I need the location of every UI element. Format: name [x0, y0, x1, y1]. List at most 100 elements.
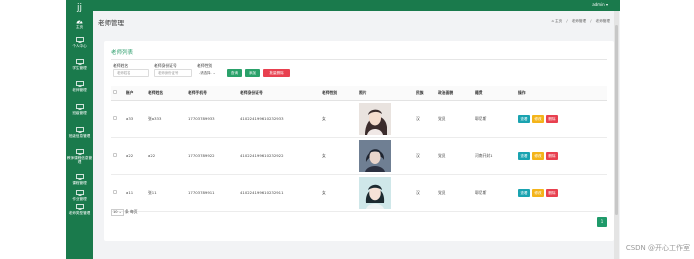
- sidebar-item-class-info[interactable]: 班级信息管理: [66, 127, 93, 138]
- sidebar-item-students[interactable]: 学生管理: [66, 59, 93, 70]
- view-button[interactable]: 查看: [518, 188, 530, 197]
- col-header[interactable]: 老师姓名: [146, 86, 186, 101]
- cell-ethnic: 汉: [414, 100, 436, 138]
- cell-name: 张a333: [146, 100, 186, 138]
- cell-ethnic: 汉: [414, 174, 436, 212]
- sidebar-item-teacher-types[interactable]: 老师类型管理: [66, 204, 93, 215]
- select-all-cell: [111, 86, 124, 101]
- sidebar-item-homework[interactable]: 作业管理: [66, 190, 93, 201]
- cell-actions: 查看 修改 删除: [516, 100, 607, 138]
- teacher-photo[interactable]: [359, 139, 391, 172]
- divider: [111, 59, 607, 60]
- row-actions: 查看 修改 删除: [518, 151, 607, 160]
- scrollbar-thumb[interactable]: [615, 25, 618, 215]
- cell-politics: 党员: [436, 100, 473, 138]
- delete-button[interactable]: 删除: [546, 151, 558, 160]
- edit-button[interactable]: 修改: [532, 188, 544, 197]
- row-checkbox[interactable]: [113, 153, 117, 157]
- breadcrumb-sep: /: [566, 19, 568, 23]
- pagination-current-page[interactable]: 1: [597, 217, 607, 227]
- view-button[interactable]: 查看: [518, 151, 530, 160]
- cell-photo: [357, 100, 414, 138]
- table-row: a11 张11 17703789911 410224199610232911 女: [111, 174, 607, 212]
- col-header[interactable]: 账户: [124, 86, 146, 101]
- teacher-photo[interactable]: [359, 102, 391, 135]
- sidebar-item-label: 学生管理: [72, 66, 87, 70]
- logo: jj: [76, 3, 82, 13]
- teacher-table: 账户 老师姓名 老师手机号 老师身份证号 老师性别 照片 民族 政治面貌 籍贯 …: [111, 86, 607, 212]
- row-checkbox[interactable]: [113, 116, 117, 120]
- col-header[interactable]: 政治面貌: [436, 86, 473, 101]
- edit-button[interactable]: 修改: [532, 151, 544, 160]
- breadcrumb-sep: /: [590, 19, 592, 23]
- monitor-icon: [75, 174, 84, 180]
- monitor-icon: [75, 81, 84, 87]
- col-header[interactable]: 照片: [357, 86, 414, 101]
- monitor-icon: [75, 149, 84, 155]
- page-size-select[interactable]: 10 ⌄: [111, 209, 124, 216]
- col-header[interactable]: 老师身份证号: [238, 86, 320, 101]
- sidebar-item-label: 课程管理: [72, 181, 87, 185]
- col-header[interactable]: 民族: [414, 86, 436, 101]
- dashboard-icon: [76, 19, 83, 24]
- sidebar-item-teacher-course[interactable]: 教师课程信息管理: [66, 149, 93, 164]
- cell-politics: 党员: [436, 137, 473, 175]
- monitor-icon: [75, 127, 84, 133]
- delete-button[interactable]: 删除: [546, 188, 558, 197]
- cell-gender: 女: [320, 137, 357, 175]
- sidebar-item-label: 作业管理: [72, 197, 87, 201]
- col-header[interactable]: 老师手机号: [186, 86, 238, 101]
- gender-filter-select[interactable]: -请选择- ⌄: [199, 69, 216, 77]
- table-row: a22 a22 17703789922 410224199610232922 女: [111, 137, 607, 175]
- monitor-icon: [75, 59, 84, 65]
- edit-button[interactable]: 修改: [532, 114, 544, 123]
- cell-phone: 17703789911: [186, 174, 238, 212]
- cell-account: a33: [124, 100, 146, 138]
- search-button[interactable]: 查询: [227, 69, 242, 77]
- cell-photo: [357, 137, 414, 175]
- cell-origin: 耶尼斯: [473, 174, 516, 212]
- monitor-icon: [75, 37, 84, 43]
- page-title: 老师管理: [98, 19, 124, 27]
- user-menu[interactable]: admin ▾: [592, 2, 608, 8]
- breadcrumb-home[interactable]: ⌂ 主页: [552, 19, 563, 23]
- batch-delete-button[interactable]: 批量删除: [263, 69, 290, 77]
- gender-select-value: -请选择-: [199, 71, 212, 75]
- cell-photo: [357, 174, 414, 212]
- table-header-row: 账户 老师姓名 老师手机号 老师身份证号 老师性别 照片 民族 政治面貌 籍贯 …: [111, 86, 607, 101]
- add-button[interactable]: 添加: [245, 69, 260, 77]
- name-filter-input[interactable]: 老师姓名: [113, 69, 149, 77]
- sidebar-item-home[interactable]: 主页: [66, 18, 93, 29]
- breadcrumb-item[interactable]: 老师管理: [572, 19, 586, 23]
- view-button[interactable]: 查看: [518, 114, 530, 123]
- id-filter-input[interactable]: 老师身份证号: [154, 69, 192, 77]
- sidebar-item-label: 教师课程信息管理: [66, 156, 93, 165]
- row-select-cell: [111, 137, 124, 175]
- sidebar-item-label: 老师类型管理: [68, 211, 91, 215]
- col-header[interactable]: 籍贯: [473, 86, 516, 101]
- sidebar-item-label: 主页: [75, 25, 84, 29]
- topbar: admin ▾: [93, 0, 620, 11]
- monitor-icon: [75, 204, 84, 210]
- sidebar-item-teachers[interactable]: 老师管理: [66, 81, 93, 92]
- cell-account: a22: [124, 137, 146, 175]
- sidebar-item-courses[interactable]: 课程管理: [66, 174, 93, 185]
- row-checkbox[interactable]: [113, 190, 117, 194]
- cell-phone: 17703789922: [186, 137, 238, 175]
- sidebar-item-profile[interactable]: 个人中心: [66, 37, 93, 48]
- card-title: 老师列表: [111, 50, 134, 56]
- cell-politics: 党员: [436, 174, 473, 212]
- cell-idno: 410224199610232922: [238, 137, 320, 175]
- select-all-checkbox[interactable]: [113, 90, 117, 95]
- teacher-photo[interactable]: [359, 176, 391, 209]
- page-size-suffix: 条 每页: [124, 209, 138, 214]
- delete-button[interactable]: 删除: [546, 114, 558, 123]
- cell-origin: 河南开封1: [473, 137, 516, 175]
- watermark: CSDN @开心工作室: [625, 244, 690, 252]
- col-header[interactable]: 老师性别: [320, 86, 357, 101]
- table-row: a33 张a333 17703789933 410224199610232933…: [111, 100, 607, 138]
- row-select-cell: [111, 174, 124, 212]
- sidebar-item-label: 班级信息管理: [68, 134, 91, 138]
- cell-name: 张11: [146, 174, 186, 212]
- sidebar-item-classes[interactable]: 班级管理: [66, 104, 93, 115]
